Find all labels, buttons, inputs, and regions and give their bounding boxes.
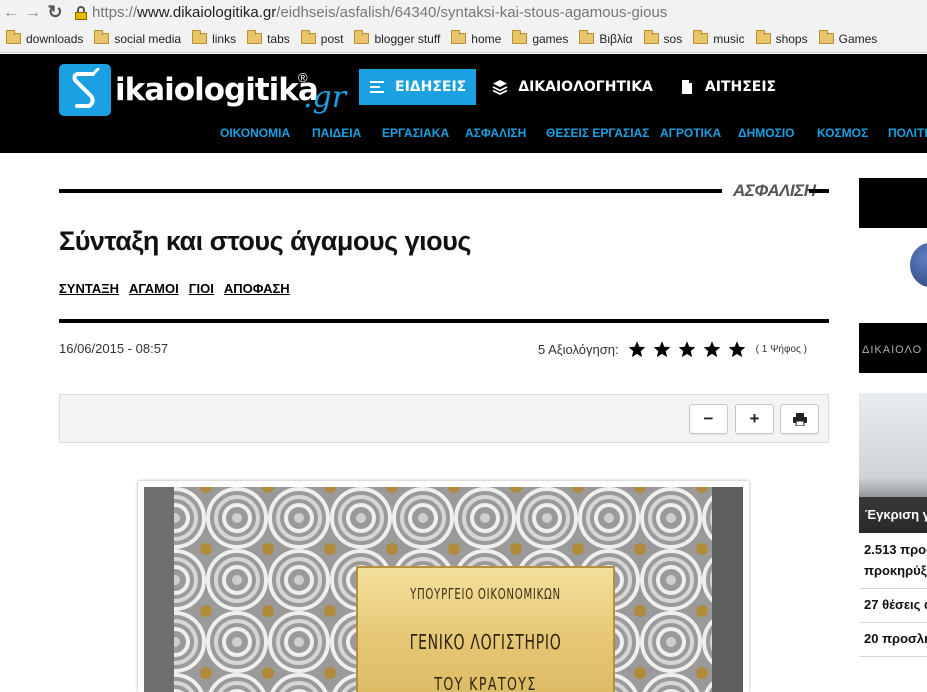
rating-stars bbox=[627, 340, 752, 359]
category-nav: ΟΙΚΟΝΟΜΙΑ ΠΑΙΔΕΙΑ ΕΡΓΑΣΙΑΚΑ ΑΣΦΑΛΙΣΗ ΘΕΣ… bbox=[0, 126, 927, 146]
folder-icon bbox=[6, 30, 21, 44]
reload-icon[interactable]: ↻ bbox=[44, 2, 66, 24]
main-nav-news[interactable]: ΕΙΔΗΣΕΙΣ bbox=[359, 69, 477, 105]
tag-link[interactable]: ΣΥΝΤΑΞΗ bbox=[59, 281, 119, 296]
main-nav-applications[interactable]: ΑΙΤΗΣΕΙΣ bbox=[669, 69, 786, 105]
sidebar-separator bbox=[859, 622, 927, 623]
sidebar-separator bbox=[859, 588, 927, 589]
article-image: ΥΠΟΥΡΓΕΙΟ ΟΙΚΟΝΟΜΙΚΩΝ ΓΕΝΙΚΟ ΛΟΓΙΣΤΗΡΙΟ … bbox=[144, 487, 743, 692]
bookmark-folder[interactable]: games bbox=[512, 30, 568, 46]
sidebar-image-caption: Έγκριση γ bbox=[859, 497, 927, 533]
category-education[interactable]: ΠΑΙΔΕΙΑ bbox=[312, 126, 361, 140]
category-insurance[interactable]: ΑΣΦΑΛΙΣΗ bbox=[465, 126, 526, 140]
list-icon bbox=[369, 79, 385, 95]
plaque-line-1: ΥΠΟΥΡΓΕΙΟ ΟΙΚΟΝΟΜΙΚΩΝ bbox=[410, 585, 561, 603]
bookmark-folder[interactable]: social media bbox=[94, 30, 181, 46]
stack-icon bbox=[492, 79, 508, 96]
bookmark-folder[interactable]: music bbox=[693, 30, 745, 46]
sidebar-round-icon[interactable] bbox=[910, 243, 927, 287]
category-agriculture[interactable]: ΑΓΡΟΤΙΚΑ bbox=[660, 126, 721, 140]
folder-icon bbox=[300, 30, 316, 44]
sidebar-separator bbox=[859, 656, 927, 657]
bookmark-folder[interactable]: blogger stuff bbox=[354, 30, 440, 46]
folder-icon bbox=[818, 30, 834, 44]
ministry-plaque: ΥΠΟΥΡΓΕΙΟ ΟΙΚΟΝΟΜΙΚΩΝ ΓΕΝΙΚΟ ΛΟΓΙΣΤΗΡΙΟ … bbox=[356, 566, 615, 692]
folder-icon bbox=[451, 30, 467, 44]
bookmark-folder[interactable]: downloads bbox=[6, 30, 83, 46]
folder-icon bbox=[247, 30, 263, 44]
sidebar-link[interactable]: 2.513 προσ bbox=[864, 542, 927, 557]
folder-icon bbox=[354, 30, 370, 44]
plaque-line-2: ΓΕΝΙΚΟ ΛΟΓΙΣΤΗΡΙΟ bbox=[409, 630, 562, 654]
article-title: Σύνταξη και στους άγαμους γιους bbox=[59, 226, 471, 256]
section-label[interactable]: ΑΣΦΑΛΙΣΗ bbox=[733, 181, 816, 201]
decrease-font-button[interactable]: − bbox=[689, 404, 728, 434]
star-icon[interactable] bbox=[727, 340, 747, 359]
article-image-frame: ΥΠΟΥΡΓΕΙΟ ΟΙΚΟΝΟΜΙΚΩΝ ΓΕΝΙΚΟ ΛΟΓΙΣΤΗΡΙΟ … bbox=[138, 481, 749, 692]
url-path: /eidhseis/asfalish/64340/syntaksi-kai-st… bbox=[276, 4, 668, 21]
category-culture[interactable]: ΠΟΛΙΤΙ bbox=[888, 126, 927, 140]
category-economy[interactable]: ΟΙΚΟΝΟΜΙΑ bbox=[220, 126, 290, 140]
category-labour[interactable]: ΕΡΓΑΣΙΑΚΑ bbox=[382, 126, 449, 140]
tag-link[interactable]: ΑΠΟΦΑΣΗ bbox=[224, 281, 290, 296]
print-button[interactable] bbox=[780, 404, 819, 434]
star-icon[interactable] bbox=[627, 340, 647, 359]
sidebar-link[interactable]: 27 θέσεις α bbox=[864, 597, 927, 612]
forward-arrow-icon[interactable]: → bbox=[22, 2, 44, 24]
main-nav: ΕΙΔΗΣΕΙΣ ΔΙΚΑΙΟΛΟΓΗΤΙΚΑ ΑΙΤΗΣΕΙΣ bbox=[359, 69, 792, 105]
sidebar-section-header: ΔΙΚΑΙΟΛΟ bbox=[859, 323, 927, 373]
sidebar-link[interactable]: 20 προσλή bbox=[864, 631, 927, 646]
rating-label: 5 Αξιολόγηση: bbox=[538, 342, 619, 357]
sidebar-featured-image[interactable]: Έγκριση γ bbox=[859, 393, 927, 533]
printer-icon bbox=[792, 412, 807, 426]
bookmark-folder[interactable]: shops bbox=[755, 30, 808, 46]
url-scheme: https:// bbox=[92, 4, 138, 21]
folder-icon bbox=[579, 30, 595, 44]
increase-font-button[interactable]: + bbox=[735, 404, 774, 434]
tag-link[interactable]: ΓΙΟΙ bbox=[189, 281, 214, 296]
folder-icon bbox=[693, 30, 709, 44]
bookmark-folder[interactable]: home bbox=[451, 30, 501, 46]
folder-icon bbox=[512, 30, 528, 44]
url-host: www.dikaiologitika.gr bbox=[137, 4, 277, 21]
document-icon bbox=[679, 79, 695, 95]
back-arrow-icon[interactable]: ← bbox=[0, 2, 22, 24]
main-nav-documents[interactable]: ΔΙΚΑΙΟΛΟΓΗΤΙΚΑ bbox=[482, 69, 663, 105]
star-icon[interactable] bbox=[702, 340, 722, 359]
vote-count: ( 1 Ψήφος ) bbox=[755, 344, 807, 355]
folder-icon bbox=[94, 30, 110, 44]
category-jobs[interactable]: ΘΕΣΕΙΣ ΕΡΓΑΣΙΑΣ bbox=[546, 126, 649, 140]
sidebar-banner bbox=[859, 178, 927, 228]
tag-link[interactable]: ΑΓΑΜΟΙ bbox=[129, 281, 179, 296]
site-logo-icon[interactable] bbox=[59, 64, 111, 116]
browser-toolbar: ← → ↻ https://www.dikaiologitika.gr/eidh… bbox=[0, 0, 927, 25]
bookmark-folder[interactable]: post bbox=[300, 30, 343, 46]
bookmark-folder[interactable]: Games bbox=[818, 30, 877, 46]
section-divider-end bbox=[809, 189, 829, 193]
bookmarks-bar: downloads social media links tabs post b… bbox=[0, 25, 927, 53]
star-icon[interactable] bbox=[677, 340, 697, 359]
logo-domain-suffix: .gr bbox=[303, 80, 347, 115]
lock-warning-icon[interactable] bbox=[74, 5, 88, 20]
site-logo-text[interactable]: ikaiologitika bbox=[115, 72, 319, 108]
plaque-line-3: ΤΟΥ ΚΡΑΤΟΥΣ bbox=[434, 674, 537, 692]
article-date: 16/06/2015 - 08:57 bbox=[59, 341, 169, 356]
article-tags: ΣΥΝΤΑΞΗ ΑΓΑΜΟΙ ΓΙΟΙ ΑΠΟΦΑΣΗ bbox=[59, 281, 300, 296]
bookmark-folder[interactable]: links bbox=[192, 30, 236, 46]
folder-icon bbox=[192, 30, 208, 44]
category-world[interactable]: ΚΟΣΜΟΣ bbox=[817, 126, 868, 140]
article-rating: 5 Αξιολόγηση: ( 1 Ψήφος ) bbox=[538, 340, 807, 359]
address-bar[interactable]: https://www.dikaiologitika.gr/eidhseis/a… bbox=[74, 4, 667, 21]
section-divider bbox=[59, 189, 722, 193]
bookmark-folder[interactable]: Βιβλία bbox=[579, 30, 633, 46]
star-icon[interactable] bbox=[652, 340, 672, 359]
bookmark-folder[interactable]: sos bbox=[643, 30, 682, 46]
folder-icon bbox=[643, 30, 659, 44]
sidebar-link[interactable]: προκηρύξε bbox=[864, 563, 927, 578]
article-divider bbox=[59, 319, 829, 323]
folder-icon bbox=[755, 30, 771, 44]
category-public[interactable]: ΔΗΜΟΣΙΟ bbox=[738, 126, 795, 140]
bookmark-folder[interactable]: tabs bbox=[247, 30, 290, 46]
